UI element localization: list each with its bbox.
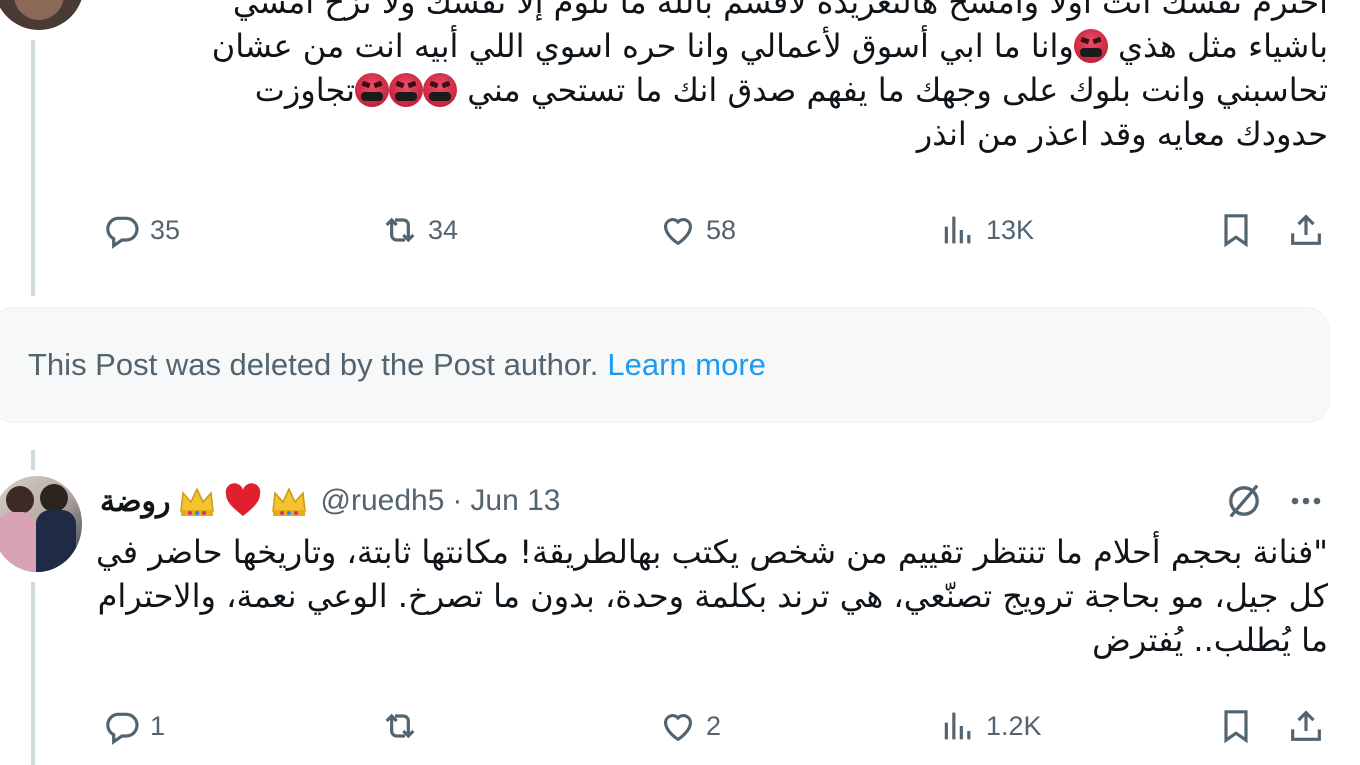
tweet1-like-count: 58 (706, 214, 737, 245)
crown-emoji (179, 487, 214, 516)
tweet2-reply-count: 1 (150, 710, 166, 741)
heart-icon (663, 218, 693, 246)
tweet2-views-count: 1.2K (986, 710, 1042, 741)
share-icon (1291, 710, 1321, 741)
deleted-post-notice: This Post was deleted by the Post author… (0, 307, 1330, 423)
display-name[interactable]: روضة (100, 484, 171, 519)
heart-icon (663, 714, 693, 742)
repost-icon (385, 217, 415, 243)
thread-line-middle (31, 450, 35, 470)
deleted-post-message: This Post was deleted by the Post author… (28, 347, 766, 383)
tweet1-reply-button[interactable]: 35 (102, 206, 180, 254)
tweet2-views-button[interactable]: 1.2K (938, 702, 1042, 750)
tweet2-header: روضة @ruedh5 · Jun 13 (100, 478, 561, 524)
tweet2-like-count: 2 (706, 710, 722, 741)
tweet1-line-2a: باشياء مثل هذي (1107, 27, 1328, 65)
tweet1-line-1: احترم نفسك انت اولا وامسح هالتغريده لاقس… (232, 0, 1328, 21)
share-icon (1291, 214, 1321, 245)
tweet1-line-4: حدودك معايه وقد اعذر من انذر (916, 115, 1328, 153)
tweet2-share-button[interactable] (1286, 702, 1326, 750)
more-icon[interactable] (1284, 479, 1328, 523)
tweet1-reply-count: 35 (150, 214, 181, 245)
tweet1-repost-button[interactable]: 34 (380, 206, 458, 254)
tweet1-action-bar: 35 34 58 13K (0, 206, 1360, 254)
tweet1-bookmark-button[interactable] (1216, 206, 1256, 254)
bookmark-icon (1224, 710, 1248, 744)
cursing-face-emoji (1073, 29, 1108, 63)
tweet2-repost-button[interactable] (380, 702, 428, 750)
user-handle[interactable]: @ruedh5 (321, 484, 445, 518)
tweet-date[interactable]: Jun 13 (470, 484, 560, 518)
cursing-face-emoji (355, 73, 390, 107)
tweet1-views-button[interactable]: 13K (938, 206, 1034, 254)
tweet1-repost-count: 34 (428, 214, 459, 245)
tweet2-bookmark-button[interactable] (1216, 702, 1256, 750)
tweet1-line-3b: تجاوزت (254, 71, 356, 109)
tweet1-views-count: 13K (986, 214, 1035, 245)
tweet2-reply-button[interactable]: 1 (102, 702, 165, 750)
tweet2-action-bar: 1 2 1.2K (0, 702, 1360, 750)
views-icon (944, 712, 971, 740)
deleted-post-text: This Post was deleted by the Post author… (28, 347, 599, 382)
thread-line-top (31, 40, 35, 296)
avatar-ruedh5[interactable] (0, 476, 82, 572)
tweet1-line-3: تحاسبني وانت بلوك على وجهك ما يفهم صدق ا… (138, 68, 1328, 112)
red-heart-emoji (225, 483, 260, 516)
avatar-top[interactable] (0, 0, 84, 30)
tweet2-top-icons (1222, 478, 1328, 524)
tweet1-line-2: باشياء مثل هذي وانا ما ابي أسوق لأعمالي … (138, 24, 1328, 68)
repost-icon (385, 713, 415, 739)
crown-emoji (271, 487, 306, 516)
learn-more-link[interactable]: Learn more (607, 347, 766, 382)
tweet1-line-3a: تحاسبني وانت بلوك على وجهك ما يفهم صدق ا… (457, 71, 1328, 109)
tweet1-share-button[interactable] (1286, 206, 1326, 254)
views-icon (944, 216, 971, 244)
reply-icon (106, 712, 139, 745)
reply-icon (106, 216, 139, 249)
tweet2-text: "فنانة بحجم أحلام ما تنتظر تقييم من شخص … (96, 533, 1328, 659)
grok-icon[interactable] (1222, 479, 1266, 523)
tweet1-line-2b: وانا ما ابي أسوق لأعمالي وانا حره اسوي ا… (211, 27, 1074, 65)
tweet1-text: احترم نفسك انت اولا وامسح هالتغريده لاقس… (138, 0, 1328, 156)
cursing-face-emoji (423, 73, 458, 107)
bookmark-icon (1224, 214, 1248, 248)
tweet2-like-button[interactable]: 2 (658, 702, 721, 750)
separator-dot: · (452, 484, 463, 517)
tweet1-like-button[interactable]: 58 (658, 206, 736, 254)
cursing-face-emoji (389, 73, 424, 107)
